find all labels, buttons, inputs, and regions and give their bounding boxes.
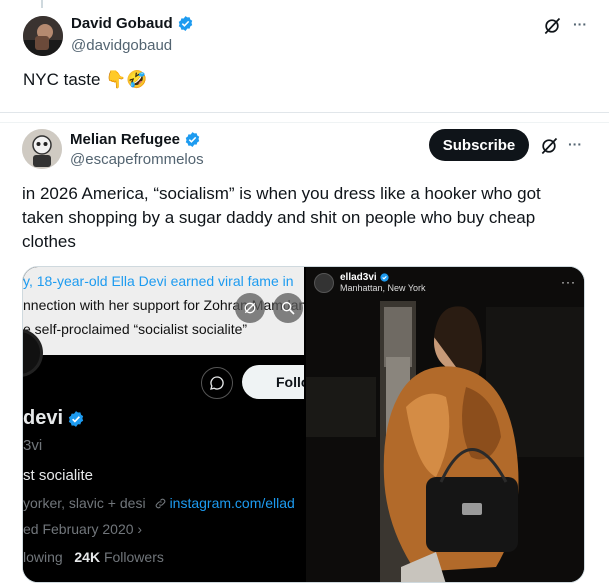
article-text-line-1: y, 18-year-old Ella Devi earned viral fa… [23,273,294,289]
article-snippet: y, 18-year-old Ella Devi earned viral fa… [23,267,304,355]
profile-joined-text: ed February 2020 [23,521,134,537]
following-label: lowing [23,549,63,565]
followers-label: Followers [103,549,164,565]
author-avatar[interactable] [23,16,63,56]
zoom-icon[interactable] [273,293,303,323]
profile-location: yorker, slavic + desi [23,495,146,511]
quote-author-name-row[interactable]: Melian Refugee [70,131,201,148]
profile-bio: st socialite [23,467,94,484]
instagram-location: Manhattan, New York [340,283,426,293]
quote-author-name[interactable]: Melian Refugee [70,131,180,148]
author-handle[interactable]: @davidgobaud [71,37,172,54]
quote-author-avatar[interactable] [22,129,62,169]
profile-handle: 3vi [23,437,43,454]
followers-count: 24K [74,549,101,565]
verified-badge-icon [185,132,200,147]
quote-author-handle[interactable]: @escapefrommelos [70,151,204,168]
author-name-row[interactable]: David Gobaud [71,15,194,32]
instagram-username: ellad3vi [340,272,377,283]
author-name[interactable]: David Gobaud [71,15,173,32]
link-icon[interactable] [235,293,265,323]
profile-name-row: devi [23,407,85,430]
thread-line [41,0,43,8]
more-options-icon[interactable]: ··· [563,132,587,156]
more-options-icon[interactable]: ··· [568,12,592,36]
instagram-avatar [314,273,334,293]
chevron-right-icon: › [137,521,143,537]
photo-woman-fur-coat [306,267,584,582]
profile-follow-counts: lowing 24K Followers [23,549,164,565]
instagram-more-icon: ··· [561,275,576,289]
profile-meta: yorker, slavic + desi instagram.com/ella… [23,495,295,511]
quote-text-line-2: taken shopping by a sugar daddy and shit… [22,208,536,227]
profile-joined: ed February 2020 › [23,521,142,537]
main-tweet: David Gobaud @davidgobaud ··· NYC taste … [0,0,609,112]
follow-button: Follo [242,365,304,399]
media-image-right[interactable]: ellad3vi Manhattan, New York ··· [306,267,584,582]
profile-screenshot: Follo devi 3vi st socialite yorker, slav… [23,329,304,582]
quote-text-line-3: clothes [22,232,76,251]
media-grid[interactable]: y, 18-year-old Ella Devi earned viral fa… [22,266,585,583]
profile-link: instagram.com/ellad [169,495,295,511]
grok-icon[interactable] [540,14,564,38]
verified-badge-icon [178,16,192,31]
profile-name: devi [23,407,64,429]
message-icon [201,367,233,399]
quote-text-line-1: in 2026 America, “socialism” is when you… [22,184,541,203]
verified-badge-icon [380,273,389,282]
verified-badge-icon [68,410,84,427]
grok-icon[interactable] [537,134,561,158]
media-image-left[interactable]: y, 18-year-old Ella Devi earned viral fa… [23,267,304,582]
tweet-text: NYC taste 👇🤣 [23,70,148,89]
quoted-tweet[interactable]: Melian Refugee @escapefrommelos Subscrib… [0,122,609,586]
instagram-header: ellad3vi Manhattan, New York ··· [306,267,584,299]
tweet-divider [0,112,609,122]
subscribe-button[interactable]: Subscribe [429,129,529,161]
link-icon [155,498,165,508]
article-text-line-3: e self-proclaimed “socialist socialite” [23,321,248,337]
